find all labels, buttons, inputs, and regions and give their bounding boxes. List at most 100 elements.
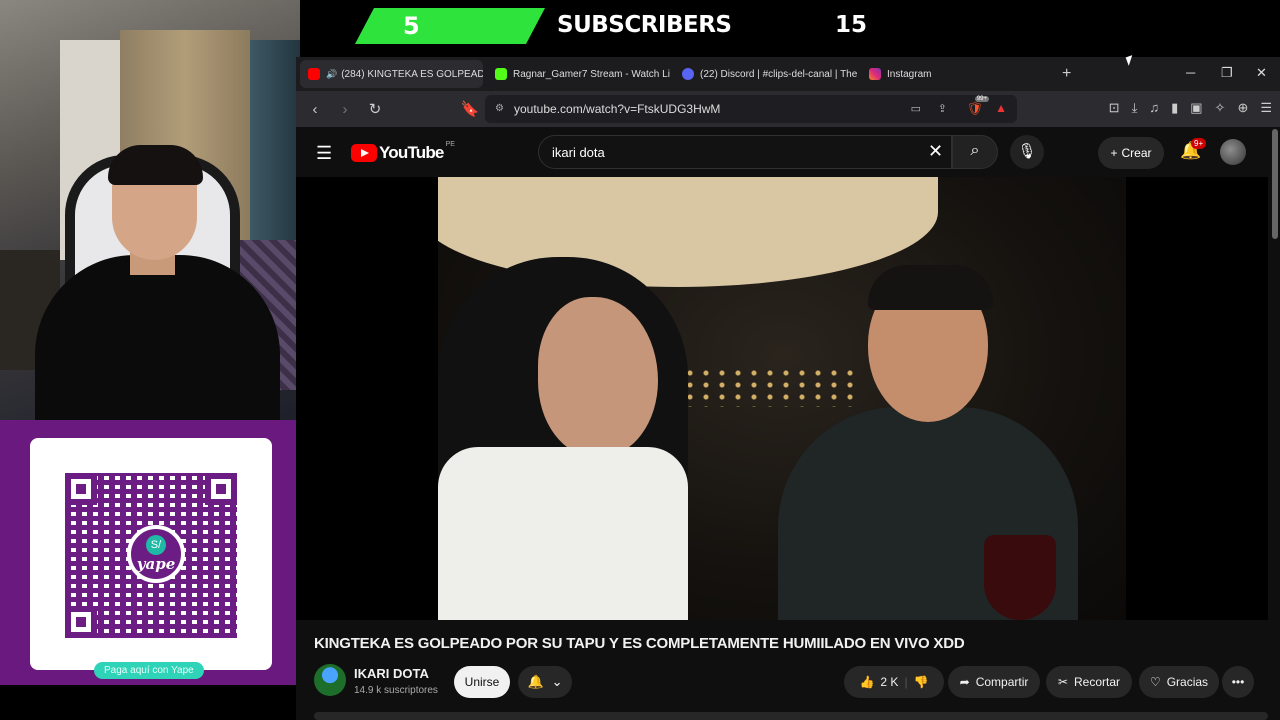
- thumbs-up-icon: 👍: [859, 675, 875, 689]
- yape-currency: S/: [146, 535, 166, 555]
- screenshot-icon[interactable]: ⊡: [1109, 100, 1120, 116]
- address-bar-row: ‹ › ↻ 🔖 ⚙ youtube.com/watch?v=FtskUDG3Hw…: [296, 91, 1280, 127]
- yape-logo: S/ yape: [127, 525, 185, 583]
- country-code: PE: [445, 140, 455, 148]
- screen: { "overlay": { "subscriber_count": "5", …: [0, 0, 1280, 720]
- clear-search-icon[interactable]: ✕: [928, 141, 943, 162]
- media-icon[interactable]: ♫: [1149, 100, 1159, 116]
- toolbar-icons: ⊡ ⤓ ♫ ▮ ▣ ✧ ⊕ ☰: [1109, 100, 1272, 116]
- minimize-icon[interactable]: ─: [1186, 65, 1195, 80]
- yape-brand: yape: [136, 555, 176, 573]
- tab-label: Ragnar_Gamer7 Stream - Watch Live: [513, 68, 670, 80]
- clip-button[interactable]: ✂ Recortar: [1046, 666, 1132, 698]
- more-icon: •••: [1231, 675, 1245, 689]
- subscriber-goal-overlay: 5 SUBSCRIBERS 15: [355, 8, 905, 44]
- dislike-button[interactable]: 👎: [914, 675, 929, 689]
- join-button[interactable]: Unirse: [454, 666, 510, 698]
- back-icon[interactable]: ‹: [304, 101, 326, 118]
- description-box-edge: [314, 712, 1268, 720]
- brave-shields-icon[interactable]: 🛡: [966, 101, 983, 117]
- discord-icon: [682, 68, 694, 80]
- hamburger-icon[interactable]: ☰: [316, 143, 332, 164]
- close-window-icon[interactable]: ✕: [1256, 65, 1267, 81]
- qr-finder: [65, 473, 97, 505]
- instagram-icon: [869, 68, 881, 80]
- subscriber-goal: 15: [835, 12, 868, 38]
- url-field[interactable]: ⚙ youtube.com/watch?v=FtskUDG3HwM ▭ ⇪ 🛡 …: [485, 95, 1017, 123]
- man-hair: [868, 265, 993, 310]
- thanks-button[interactable]: ♡ Gracias: [1139, 666, 1219, 698]
- qr-card: S/ yape: [30, 438, 272, 670]
- url-text: youtube.com/watch?v=FtskUDG3HwM: [514, 102, 721, 116]
- share-button[interactable]: ➦ Compartir: [948, 666, 1040, 698]
- maximize-icon[interactable]: ❐: [1221, 65, 1233, 81]
- leo-icon[interactable]: ✧: [1215, 100, 1226, 116]
- browser-menu-icon[interactable]: ☰: [1260, 100, 1272, 116]
- vpn-icon[interactable]: ⊕: [1237, 100, 1248, 116]
- tab-discord[interactable]: (22) Discord | #clips-del-canal | The I: [674, 60, 857, 88]
- channel-name[interactable]: IKARI DOTA: [354, 666, 429, 681]
- streamer-body: [35, 255, 280, 420]
- logo-text: YouTube: [379, 143, 444, 162]
- super-thanks-icon: ♡: [1149, 675, 1161, 689]
- tab-label: (284) KINGTEKA ES GOLPEADO: [341, 68, 483, 80]
- reload-icon[interactable]: ↻: [364, 100, 386, 118]
- site-info-icon[interactable]: ⚙: [495, 103, 504, 114]
- wallet-icon[interactable]: ▣: [1190, 100, 1202, 116]
- search-icon: ⌕: [970, 142, 980, 159]
- forward-icon[interactable]: ›: [334, 101, 356, 118]
- like-button[interactable]: 👍 2 K: [859, 675, 898, 689]
- search-input[interactable]: ikari dota: [538, 135, 952, 169]
- share-icon: ➦: [959, 675, 970, 689]
- youtube-header: ☰ YouTube PE ikari dota ✕ ⌕ 🎙 + Crear 🔔 …: [296, 127, 1280, 179]
- channel-subscribers: 14.9 k suscriptores: [354, 685, 438, 696]
- tab-instagram[interactable]: Instagram: [861, 60, 1044, 88]
- share-page-icon[interactable]: ⇪: [938, 102, 947, 115]
- subscriber-count: 5: [403, 12, 420, 40]
- yape-cta: Paga aquí con Yape: [94, 662, 204, 679]
- tab-label: (22) Discord | #clips-del-canal | The I: [700, 68, 857, 80]
- sidebar-icon[interactable]: ▮: [1171, 100, 1178, 116]
- tab-kick[interactable]: Ragnar_Gamer7 Stream - Watch Live: [487, 60, 670, 88]
- create-button[interactable]: + Crear: [1098, 137, 1164, 169]
- rewards-icon[interactable]: ▲: [995, 101, 1007, 115]
- bell-icon: 🔔: [527, 674, 544, 689]
- page-scrollbar[interactable]: [1272, 129, 1278, 239]
- chevron-down-icon: ⌄: [551, 674, 563, 689]
- tab-youtube[interactable]: 🔊 (284) KINGTEKA ES GOLPEADO ✕: [300, 60, 483, 88]
- thumbs-down-icon: 👎: [913, 675, 929, 689]
- cast-icon[interactable]: ▭: [911, 102, 921, 115]
- speaker-icon: 🔊: [326, 68, 338, 79]
- divider: |: [904, 675, 908, 689]
- browser-window: 🔊 (284) KINGTEKA ES GOLPEADO ✕ Ragnar_Ga…: [296, 57, 1280, 720]
- new-tab-icon[interactable]: +: [1062, 65, 1071, 83]
- goal-progress-fill: [355, 8, 545, 44]
- voice-search-button[interactable]: 🎙: [1010, 135, 1044, 169]
- like-count: 2 K: [880, 675, 899, 689]
- video-title: KINGTEKA ES GOLPEADO POR SU TAPU Y ES CO…: [314, 635, 965, 652]
- qr-finder: [65, 606, 97, 638]
- wine-glass: [984, 535, 1056, 620]
- account-avatar[interactable]: [1220, 139, 1246, 165]
- video-frame: [438, 177, 1126, 620]
- shields-badge: 99+: [974, 96, 989, 102]
- more-actions-button[interactable]: •••: [1222, 666, 1254, 698]
- streamer-hair: [108, 145, 203, 185]
- download-icon[interactable]: ⤓: [1132, 100, 1138, 116]
- qr-code: S/ yape: [65, 473, 237, 638]
- bookmark-icon[interactable]: 🔖: [459, 100, 481, 118]
- webcam-window: [250, 40, 300, 270]
- youtube-icon: [308, 68, 320, 80]
- notification-badge: 9+: [1191, 138, 1207, 149]
- video-player[interactable]: [296, 177, 1268, 620]
- create-label: Crear: [1121, 146, 1152, 160]
- woman-shirt: [438, 447, 688, 620]
- thanks-label: Gracias: [1166, 675, 1209, 689]
- subscription-bell-button[interactable]: 🔔 ⌄: [518, 666, 572, 698]
- subscriber-label: SUBSCRIBERS: [557, 12, 732, 38]
- youtube-logo[interactable]: YouTube PE: [351, 140, 455, 163]
- qr-finder: [205, 473, 237, 505]
- search-button[interactable]: ⌕: [952, 135, 998, 169]
- channel-avatar[interactable]: [314, 664, 346, 696]
- clip-label: Recortar: [1074, 675, 1121, 689]
